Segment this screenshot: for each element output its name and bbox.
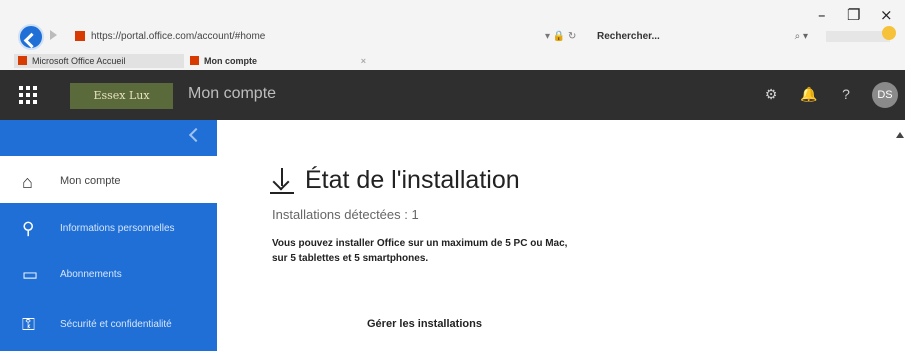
favorites-star-icon[interactable] (882, 26, 896, 40)
search-placeholder: Rechercher... (597, 31, 660, 42)
sidebar-item-security[interactable]: ⚿ Sécurité et confidentialité (0, 303, 217, 349)
company-logo[interactable]: Essex Lux (70, 83, 173, 109)
settings-gear-icon[interactable]: ⚙ (763, 86, 779, 102)
restore-button[interactable]: ❐ (847, 6, 860, 24)
search-input[interactable]: Rechercher... ⌕ ▾ (597, 27, 822, 47)
collapse-chevron-icon[interactable] (188, 127, 204, 143)
avatar[interactable]: DS (872, 82, 898, 108)
minimize-button[interactable]: – (818, 6, 826, 24)
office-favicon-icon (190, 56, 199, 65)
tab-close-icon[interactable]: × (361, 54, 366, 68)
scrollbar[interactable] (895, 120, 905, 351)
install-description: Vous pouvez installer Office sur un maxi… (272, 238, 568, 264)
browser-chrome: – ❐ × https://portal.office.com/account/… (0, 0, 905, 70)
sidebar-item-label: Informations personnelles (60, 223, 175, 234)
forward-arrow-icon[interactable] (50, 30, 57, 40)
tab-mon-compte[interactable]: Mon compte × (186, 54, 372, 68)
sidebar-item-label: Abonnements (60, 269, 122, 280)
office-favicon-icon (18, 56, 27, 65)
sidebar-nav: ⚲ Informations personnelles ▭ Abonnement… (0, 203, 217, 351)
sidebar-collapse-bar[interactable] (0, 120, 217, 156)
address-url: https://portal.office.com/account/#home (91, 31, 266, 42)
notification-bell-icon[interactable]: 🔔 (800, 86, 817, 102)
sidebar-item-personal-info[interactable]: ⚲ Informations personnelles (0, 207, 217, 253)
sidebar-item-home[interactable]: ⌂ Mon compte (0, 162, 217, 202)
address-bar-icons[interactable]: ▾ 🔒 ↻ (545, 31, 576, 42)
app-header: Essex Lux Mon compte ⚙ 🔔 ? DS (0, 70, 905, 120)
page-title: État de l'installation (305, 166, 520, 194)
person-icon: ⚲ (22, 219, 35, 238)
tab-label: Mon compte (204, 56, 257, 66)
tab-office-home[interactable]: Microsoft Office Accueil (14, 54, 184, 68)
home-icon: ⌂ (22, 172, 33, 192)
sidebar-item-label: Mon compte (60, 175, 121, 187)
search-icon[interactable]: ⌕ ▾ (795, 27, 808, 47)
install-count: Installations détectées : 1 (272, 207, 419, 222)
office-favicon-icon (75, 31, 85, 42)
toolbar-tray (826, 26, 896, 42)
help-icon[interactable]: ? (838, 86, 854, 102)
scroll-up-icon[interactable] (896, 132, 904, 138)
sidebar-item-subscriptions[interactable]: ▭ Abonnements (0, 253, 217, 299)
app-launcher-icon[interactable] (15, 82, 41, 108)
back-arrow-icon[interactable] (18, 24, 44, 50)
close-window-button[interactable]: × (880, 6, 893, 24)
card-icon: ▭ (22, 265, 39, 284)
download-icon-base (270, 192, 294, 194)
manage-installs-link[interactable]: Gérer les installations (367, 318, 482, 330)
app-title: Mon compte (188, 85, 277, 102)
security-icon: ⚿ (22, 315, 35, 334)
tab-strip: Microsoft Office Accueil Mon compte × (0, 52, 905, 70)
sidebar-item-label: Sécurité et confidentialité (60, 319, 172, 330)
address-bar[interactable]: https://portal.office.com/account/#home (65, 27, 570, 47)
tab-label: Microsoft Office Accueil (32, 56, 126, 66)
